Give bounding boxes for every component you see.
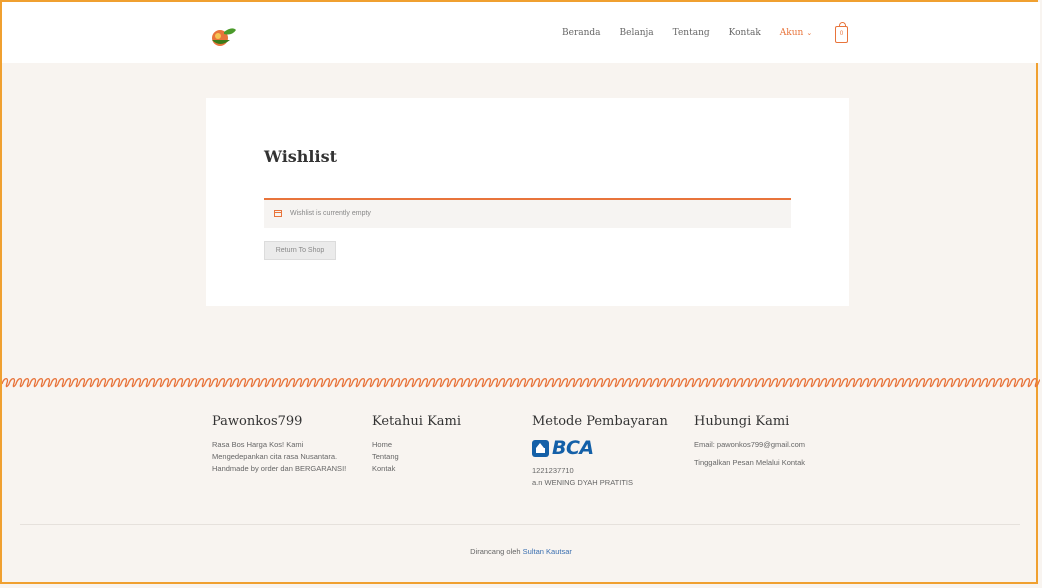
- credit-prefix: Dirancang oleh: [470, 547, 521, 556]
- footer-links-title: Ketahui Kami: [372, 414, 462, 429]
- site-logo[interactable]: [206, 24, 240, 48]
- footer-about: Pawonkos799 Rasa Bos Harga Kos! Kami Men…: [212, 414, 347, 475]
- footer-credit: Dirancang oleh Sultan Kautsar: [2, 547, 1040, 556]
- footer-link-tentang[interactable]: Tentang: [372, 451, 492, 463]
- bca-logo: BCA: [532, 437, 682, 459]
- footer-contact-link[interactable]: Tinggalkan Pesan Melalui Kontak: [694, 457, 874, 469]
- cart-count: 0: [839, 31, 844, 37]
- nav-belanja[interactable]: Belanja: [620, 28, 654, 38]
- footer-link-kontak[interactable]: Kontak: [372, 463, 492, 475]
- footer-about-title: Pawonkos799: [212, 414, 303, 429]
- nav-akun[interactable]: Akun ⌄: [780, 28, 812, 38]
- nav-kontak[interactable]: Kontak: [729, 28, 761, 38]
- footer-about-text: Rasa Bos Harga Kos! Kami Mengedepankan c…: [212, 440, 347, 473]
- nav-tentang[interactable]: Tentang: [673, 28, 710, 38]
- return-to-shop-button[interactable]: Return To Shop: [264, 241, 336, 260]
- bca-text: BCA: [552, 437, 594, 459]
- chevron-down-icon: ⌄: [806, 28, 813, 37]
- nav-akun-label: Akun: [779, 27, 804, 38]
- nav-beranda[interactable]: Beranda: [562, 28, 601, 38]
- footer-email[interactable]: Email: pawonkos799@gmail.com: [694, 439, 874, 451]
- page-title: Wishlist: [264, 147, 337, 166]
- footer-link-home[interactable]: Home: [372, 439, 492, 451]
- calendar-icon: [274, 210, 282, 217]
- empty-notice: Wishlist is currently empty: [264, 198, 791, 228]
- site-header: Beranda Belanja Tentang Kontak Akun ⌄ 0: [2, 2, 1040, 63]
- footer-contact: Hubungi Kami Email: pawonkos799@gmail.co…: [694, 414, 874, 469]
- site-footer: Pawonkos799 Rasa Bos Harga Kos! Kami Men…: [2, 390, 1040, 586]
- account-number: 1221237710: [532, 466, 574, 475]
- cart-icon[interactable]: 0: [835, 22, 848, 43]
- footer-contact-title: Hubungi Kami: [694, 414, 790, 429]
- wave-divider: [2, 377, 1040, 388]
- wishlist-card: Wishlist Wishlist is currently empty Ret…: [206, 98, 849, 306]
- bank-icon: [532, 439, 549, 457]
- notice-message: Wishlist is currently empty: [290, 210, 371, 217]
- footer-links: Ketahui Kami Home Tentang Kontak: [372, 414, 492, 475]
- footer-divider: [20, 524, 1020, 525]
- footer-payment-title: Metode Pembayaran: [532, 414, 668, 429]
- page-frame: Beranda Belanja Tentang Kontak Akun ⌄ 0 W…: [0, 0, 1040, 586]
- main-nav: Beranda Belanja Tentang Kontak Akun ⌄: [562, 2, 831, 63]
- account-name: a.n WENING DYAH PRATITIS: [532, 478, 633, 487]
- footer-payment: Metode Pembayaran BCA 1221237710 a.n WEN…: [532, 414, 682, 489]
- credit-author-link[interactable]: Sultan Kautsar: [523, 547, 572, 556]
